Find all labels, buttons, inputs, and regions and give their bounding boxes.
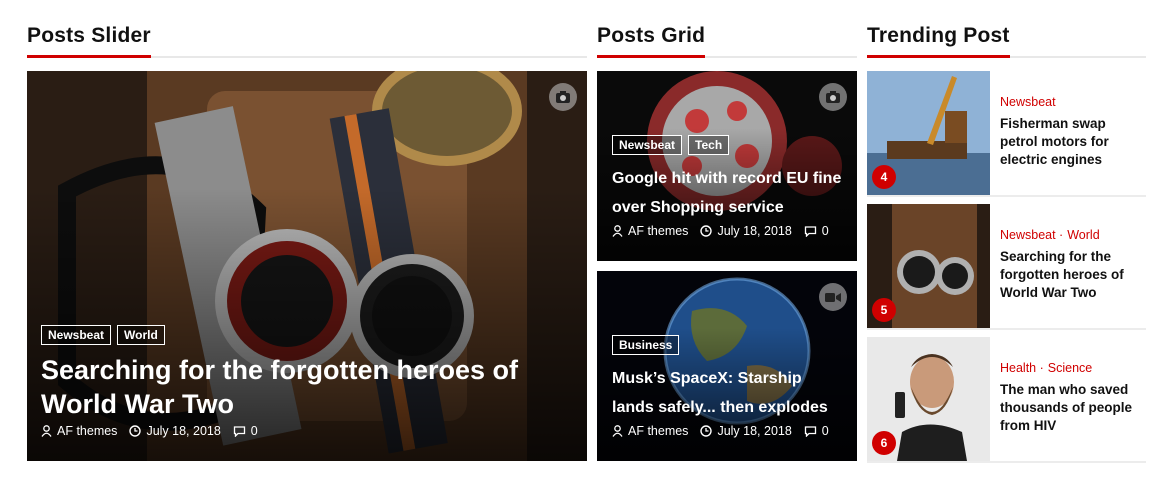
trending-title-6[interactable]: The man who saved thousands of people fr… (1000, 381, 1140, 435)
comments-meta[interactable]: 0 (233, 424, 258, 438)
slider-headline[interactable]: Searching for the forgotten heroes of Wo… (41, 353, 561, 421)
date-meta: July 18, 2018 (700, 224, 792, 238)
grid-card-1-headline[interactable]: Google hit with record EU fine over Shop… (612, 164, 847, 222)
camera-icon (549, 83, 577, 111)
category-link[interactable]: Newsbeat (1000, 95, 1056, 109)
camera-icon (819, 83, 847, 111)
clock-icon (129, 425, 142, 437)
slider-section-title: Posts Slider (27, 23, 151, 58)
grid-card-2-meta: AF themes July 18, 2018 0 (612, 424, 829, 438)
tag-newsbeat[interactable]: Newsbeat (41, 325, 112, 345)
category-link[interactable]: Science (1048, 361, 1092, 375)
trending-item-5[interactable]: 5 Newsbeat · World Searching for the for… (867, 204, 1146, 330)
rank-badge: 4 (872, 165, 896, 189)
author-name: AF themes (628, 424, 689, 438)
tag-world[interactable]: World (117, 325, 165, 345)
trending-section-header: Trending Post (867, 22, 1146, 58)
slider-card[interactable]: Newsbeat World Searching for the forgott… (27, 71, 587, 461)
date-meta: July 18, 2018 (129, 424, 221, 438)
category-link[interactable]: Health · (1000, 361, 1044, 375)
grid-card-2[interactable]: Business Musk’s SpaceX: Starship lands s… (597, 271, 857, 461)
user-icon (41, 425, 52, 437)
comment-count: 0 (821, 424, 829, 438)
grid-card-2-headline[interactable]: Musk’s SpaceX: Starship lands safely... … (612, 364, 847, 422)
grid-card-1[interactable]: Newsbeat Tech Google hit with record EU … (597, 71, 857, 261)
comments-meta[interactable]: 0 (804, 424, 829, 438)
trending-item-6[interactable]: 6 Health · Science The man who saved tho… (867, 337, 1146, 463)
clock-icon (700, 425, 713, 437)
user-icon (612, 425, 623, 437)
grid-section-header: Posts Grid (597, 22, 857, 58)
user-icon (612, 225, 623, 237)
grid-card-2-tags: Business (612, 335, 680, 355)
author-name: AF themes (57, 424, 118, 438)
category-link[interactable]: Newsbeat · (1000, 228, 1063, 242)
trending-cats-4: Newsbeat (1000, 95, 1056, 109)
grid-card-1-meta: AF themes July 18, 2018 0 (612, 224, 829, 238)
trending-cats-6: Health · Science (1000, 361, 1092, 375)
trending-cats-5: Newsbeat · World (1000, 228, 1100, 242)
post-date: July 18, 2018 (717, 224, 792, 238)
trending-title-4[interactable]: Fisherman swap petrol motors for electri… (1000, 115, 1140, 169)
author-name: AF themes (628, 224, 689, 238)
trending-title-5[interactable]: Searching for the forgotten heroes of Wo… (1000, 248, 1140, 302)
comments-meta[interactable]: 0 (804, 224, 829, 238)
comment-count: 0 (250, 424, 258, 438)
rank-badge: 5 (872, 298, 896, 322)
date-meta: July 18, 2018 (700, 424, 792, 438)
tag-business[interactable]: Business (612, 335, 680, 355)
trending-thumb-6[interactable]: 6 (867, 337, 990, 461)
slider-meta: AF themes July 18, 2018 0 (41, 424, 258, 438)
author-meta[interactable]: AF themes (612, 424, 688, 438)
comment-icon (804, 426, 816, 437)
rank-badge: 6 (872, 431, 896, 455)
trending-section-title: Trending Post (867, 23, 1010, 58)
post-date: July 18, 2018 (146, 424, 221, 438)
author-meta[interactable]: AF themes (612, 224, 688, 238)
trending-thumb-5[interactable]: 5 (867, 204, 990, 328)
category-link[interactable]: World (1067, 228, 1099, 242)
comment-count: 0 (821, 224, 829, 238)
trending-thumb-4[interactable]: 4 (867, 71, 990, 195)
post-date: July 18, 2018 (717, 424, 792, 438)
grid-card-1-tags: Newsbeat Tech (612, 135, 730, 155)
trending-item-4[interactable]: 4 Newsbeat Fisherman swap petrol motors … (867, 71, 1146, 197)
comment-icon (804, 226, 816, 237)
tag-newsbeat[interactable]: Newsbeat (612, 135, 683, 155)
slider-section-header: Posts Slider (27, 22, 587, 58)
grid-section-title: Posts Grid (597, 23, 706, 58)
clock-icon (700, 225, 713, 237)
tag-tech[interactable]: Tech (688, 135, 730, 155)
slider-tags: Newsbeat World (41, 325, 165, 345)
author-meta[interactable]: AF themes (41, 424, 117, 438)
video-icon (819, 283, 847, 311)
comment-icon (233, 426, 245, 437)
